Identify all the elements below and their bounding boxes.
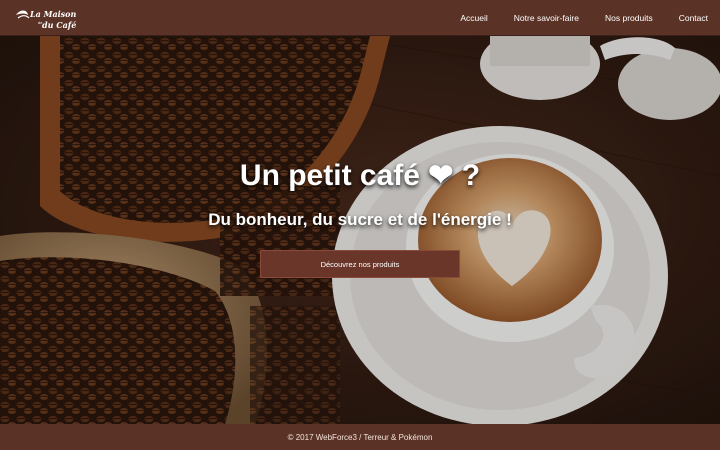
nav-link-savoir-faire[interactable]: Notre savoir-faire [501,0,592,36]
nav-link-accueil[interactable]: Accueil [447,0,500,36]
footer: © 2017 WebForce3 / Terreur & Pokémon [0,424,720,450]
svg-text:du Café: du Café [42,20,76,30]
discover-products-button[interactable]: Découvrez nos produits [260,250,460,278]
hero-section: Un petit café ❤ ? Du bonheur, du sucre e… [0,36,720,424]
nav-link-produits[interactable]: Nos produits [592,0,666,36]
svg-text:La Maison: La Maison [29,9,77,19]
hero-title: Un petit café ❤ ? [239,159,481,192]
hero-overlay [0,36,720,424]
nav-link-contact[interactable]: Contact [666,0,708,36]
footer-copyright: © 2017 WebForce3 / Terreur & Pokémon [287,432,433,442]
top-navbar: La Maison du Café de Accueil Notre savoi… [0,0,720,36]
svg-text:de: de [38,20,43,25]
main-nav: Accueil Notre savoir-faire Nos produits … [447,0,708,36]
hero-subtitle: Du bonheur, du sucre et de l'énergie ! [208,210,512,229]
logo-icon[interactable]: La Maison du Café de [12,6,84,32]
